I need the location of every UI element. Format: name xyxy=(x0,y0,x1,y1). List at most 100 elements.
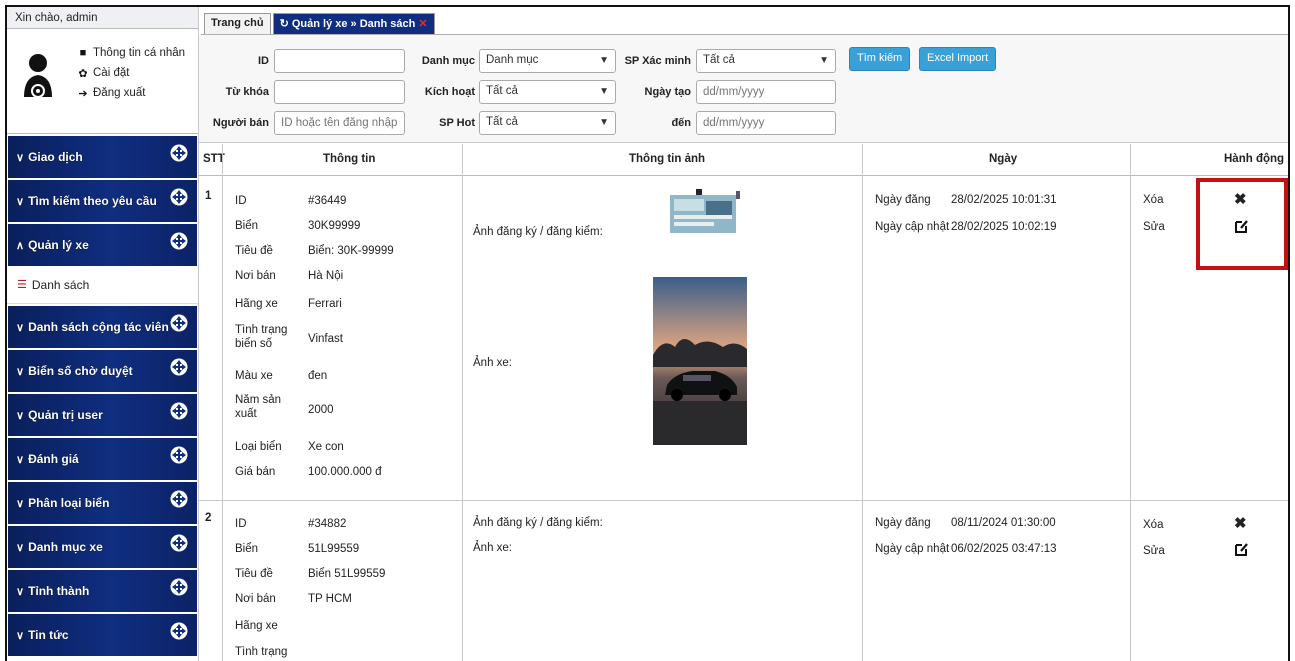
menu-item-danh-muc-xe[interactable]: ∨ Danh mục xe xyxy=(8,526,197,568)
menu-label: Danh mục xe xyxy=(28,540,103,554)
chevron-down-icon: ▼ xyxy=(599,86,609,97)
header-photo-info: Thông tin ảnh xyxy=(629,153,706,165)
edit-icon[interactable] xyxy=(1234,219,1249,234)
seller-input[interactable] xyxy=(274,111,405,135)
keyword-input[interactable] xyxy=(274,80,405,104)
info-key: Biển xyxy=(235,220,259,232)
info-value: Hà Nội xyxy=(308,270,344,282)
info-value: #36449 xyxy=(308,195,347,207)
created-from-input[interactable] xyxy=(696,80,836,104)
edit-icon[interactable] xyxy=(1234,542,1249,557)
chevron-up-icon: ∧ xyxy=(16,239,25,252)
tab-home[interactable]: Trang chủ xyxy=(204,13,271,34)
excel-import-button[interactable]: Excel Import xyxy=(919,47,997,71)
row-2-stt: 2 xyxy=(205,512,212,524)
info-key: Loại biển xyxy=(235,441,282,453)
chevron-down-icon: ∨ xyxy=(16,321,25,334)
menu-item-danh-gia[interactable]: ∨ Đánh giá xyxy=(8,438,197,480)
delete-icon[interactable]: ✖ xyxy=(1234,190,1247,208)
logout-icon: ➔ xyxy=(78,87,88,100)
move-arrows-icon xyxy=(170,358,188,376)
submenu-label: Danh sách xyxy=(31,277,90,292)
info-key: Nơi bán xyxy=(235,593,276,605)
date-posted: 08/11/2024 01:30:00 xyxy=(951,517,1056,529)
date-updated: 06/02/2025 03:47:13 xyxy=(951,543,1057,555)
info-key: Tình trạng xyxy=(235,646,288,658)
menu-item-quan-tri-user[interactable]: ∨ Quản trị user xyxy=(8,394,197,436)
menu-item-phan-loai-bien[interactable]: ∨ Phân loại biển xyxy=(8,482,197,524)
photo-car-label: Ảnh xe: xyxy=(473,357,512,369)
menu-label: Quản trị user xyxy=(28,408,103,422)
search-button[interactable]: Tìm kiếm xyxy=(849,47,911,71)
info-key: ID xyxy=(235,195,247,207)
info-key: Năm sản xuất xyxy=(235,394,282,420)
menu-item-bien-so-cho-duyet[interactable]: ∨ Biển số chờ duyệt xyxy=(8,350,197,392)
info-key: Màu xe xyxy=(235,370,273,382)
menu-label: Quản lý xe xyxy=(28,238,89,252)
info-value: Ferrari xyxy=(308,298,342,310)
date-posted-label: Ngày đăng xyxy=(875,194,931,206)
close-icon[interactable]: ✕ xyxy=(418,18,427,30)
active-select[interactable]: Tất cả ▼ xyxy=(479,80,616,104)
settings-link[interactable]: ✿ Cài đặt xyxy=(75,63,185,83)
delete-link[interactable]: Xóa xyxy=(1143,519,1163,531)
car-photo[interactable] xyxy=(653,277,747,445)
move-arrows-icon xyxy=(170,188,188,206)
info-value: #34882 xyxy=(308,518,347,530)
edit-link[interactable]: Sửa xyxy=(1143,221,1165,233)
delete-icon[interactable]: ✖ xyxy=(1234,514,1247,532)
row-divider xyxy=(199,500,1288,501)
move-arrows-icon xyxy=(170,534,188,552)
logout-link[interactable]: ➔ Đăng xuất xyxy=(75,83,185,103)
seller-label: Người bán xyxy=(212,117,269,129)
user-settings-avatar-icon xyxy=(24,54,52,98)
info-value: 2000 xyxy=(308,404,334,416)
menu-item-giao-dich[interactable]: ∨ Giao dịch xyxy=(8,136,197,178)
submenu-danh-sach[interactable]: ☰ Danh sách xyxy=(7,266,198,304)
info-key: Tình trạng biển số xyxy=(235,324,288,350)
edit-link[interactable]: Sửa xyxy=(1143,545,1165,557)
delete-link[interactable]: Xóa xyxy=(1143,194,1163,206)
menu-label: Tỉnh thành xyxy=(28,584,90,598)
col-divider xyxy=(1130,144,1131,661)
chevron-down-icon: ∨ xyxy=(16,585,25,598)
date-posted-label: Ngày đăng xyxy=(875,517,931,529)
info-key: Nơi bán xyxy=(235,270,276,282)
date-updated-label: Ngày cập nhật xyxy=(875,543,950,555)
date-updated-label: Ngày cập nhật xyxy=(875,221,950,233)
menu-item-tinh-thanh[interactable]: ∨ Tỉnh thành xyxy=(8,570,197,612)
verified-value: Tất cả xyxy=(703,54,735,66)
verified-select[interactable]: Tất cả ▼ xyxy=(696,49,836,73)
profile-link[interactable]: ■ Thông tin cá nhân xyxy=(75,43,185,63)
hot-select[interactable]: Tất cả ▼ xyxy=(479,111,616,135)
tab-vehicle-list[interactable]: ↻ Quản lý xe » Danh sách ✕ xyxy=(272,13,435,34)
menu-item-quan-ly-xe[interactable]: ∧ Quản lý xe xyxy=(8,224,197,266)
id-input[interactable] xyxy=(274,49,405,73)
menu-label: Đánh giá xyxy=(28,452,79,466)
category-value: Danh mục xyxy=(486,54,539,66)
photo-car-label: Ảnh xe: xyxy=(473,542,512,554)
move-arrows-icon xyxy=(170,144,188,162)
info-key: Tiêu đề xyxy=(235,568,273,580)
col-divider xyxy=(222,144,223,661)
created-to-input[interactable] xyxy=(696,111,836,135)
registration-photo[interactable] xyxy=(666,189,741,239)
date-posted: 28/02/2025 10:01:31 xyxy=(951,194,1057,206)
col-divider xyxy=(462,144,463,661)
move-arrows-icon xyxy=(170,402,188,420)
menu-item-tim-kiem[interactable]: ∨ Tìm kiếm theo yêu cầu xyxy=(8,180,197,222)
menu-label: Giao dịch xyxy=(28,150,83,164)
col-divider xyxy=(862,144,863,661)
profile-link-label: Thông tin cá nhân xyxy=(93,47,186,59)
category-label: Danh mục xyxy=(421,55,475,67)
move-arrows-icon xyxy=(170,622,188,640)
id-label: ID xyxy=(258,55,269,67)
menu-label: Danh sách cộng tác viên xyxy=(28,320,169,334)
vehicle-table: STT Thông tin Thông tin ảnh Ngày Hành độ… xyxy=(199,144,1288,176)
active-label: Kích hoạt xyxy=(424,86,475,98)
category-select[interactable]: Danh mục ▼ xyxy=(479,49,616,73)
menu-item-tin-tuc[interactable]: ∨ Tin tức xyxy=(8,614,197,656)
info-key: Hãng xe xyxy=(235,298,278,310)
menu-item-cong-tac-vien[interactable]: ∨ Danh sách cộng tác viên xyxy=(8,306,197,348)
move-arrows-icon xyxy=(170,314,188,332)
